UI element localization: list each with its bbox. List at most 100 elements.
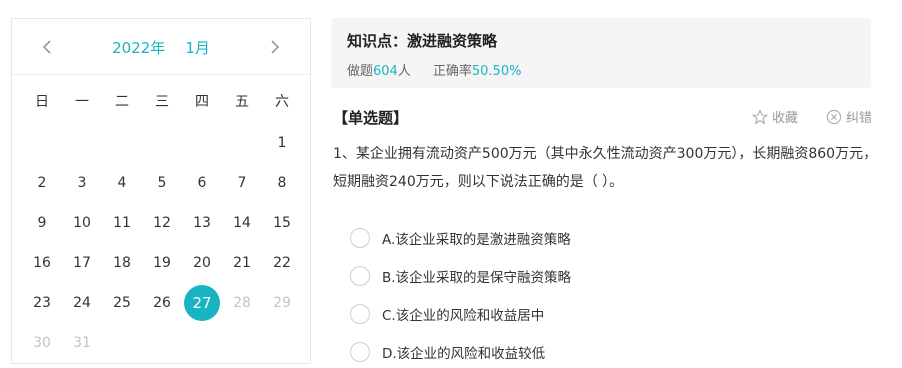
calendar-day[interactable]: 8 (262, 163, 302, 203)
calendar-day[interactable]: 1 (262, 123, 302, 163)
calendar-day[interactable]: 17 (62, 243, 102, 283)
calendar-day-number: 31 (73, 335, 91, 351)
radio-button[interactable] (350, 342, 370, 362)
answer-option[interactable]: C.该企业的风险和收益居中 (350, 295, 571, 333)
month-selector[interactable]: 1月 (185, 37, 210, 58)
calendar-day[interactable]: 10 (62, 203, 102, 243)
answer-option-label: C.该企业的风险和收益居中 (382, 308, 545, 324)
accuracy-label: 正确率 (432, 64, 472, 79)
prev-month-button[interactable] (37, 37, 57, 57)
calendar-day-number: 27 (184, 285, 220, 321)
next-month-button[interactable] (265, 37, 285, 57)
calendar-day-number: 16 (33, 255, 51, 271)
calendar-day-number: 9 (37, 215, 47, 231)
radio-button[interactable] (350, 266, 370, 286)
calendar-day-empty (222, 323, 262, 363)
radio-button[interactable] (350, 304, 370, 324)
calendar-day-empty (102, 323, 142, 363)
accuracy-stat: 正确率50.50% (433, 60, 522, 79)
weekday-row: 日一二三四五六 (12, 79, 310, 123)
calendar-day[interactable]: 23 (22, 283, 62, 323)
calendar-day[interactable]: 13 (182, 203, 222, 243)
calendar-day[interactable]: 31 (62, 323, 102, 363)
weekday-label: 一 (75, 94, 89, 110)
calendar-day[interactable]: 11 (102, 203, 142, 243)
calendar-day[interactable]: 25 (102, 283, 142, 323)
calendar-day-number: 14 (233, 215, 251, 231)
calendar-day[interactable]: 29 (262, 283, 302, 323)
calendar-day-number: 15 (273, 215, 291, 231)
favorite-button[interactable]: 收藏 (751, 107, 798, 126)
calendar-day[interactable]: 18 (102, 243, 142, 283)
answer-option[interactable]: D.该企业的风险和收益较低 (350, 333, 571, 368)
calendar-day[interactable]: 20 (182, 243, 222, 283)
calendar-day[interactable]: 26 (142, 283, 182, 323)
calendar-day-empty (142, 323, 182, 363)
calendar-day-number: 5 (157, 175, 167, 191)
calendar-day-empty (62, 123, 102, 163)
answer-options: A.该企业采取的是激进融资策略 B.该企业采取的是保守融资策略 C.该企业的风险和收… (350, 219, 571, 368)
report-error-button[interactable]: 纠错 (826, 107, 872, 126)
answer-option[interactable]: A.该企业采取的是激进融资策略 (350, 219, 571, 257)
report-label: 纠错 (845, 111, 872, 126)
calendar-day-number: 6 (197, 175, 207, 191)
calendar-day[interactable]: 28 (222, 283, 262, 323)
weekday-label: 四 (195, 94, 209, 110)
calendar-day-number: 30 (33, 335, 51, 351)
done-count-stat: 做题604人 (347, 60, 411, 79)
calendar-day-selected[interactable]: 27 (182, 283, 222, 323)
calendar-day-empty (22, 123, 62, 163)
weekday-label: 二 (115, 94, 129, 110)
calendar-day[interactable]: 3 (62, 163, 102, 203)
chevron-left-icon (42, 40, 51, 54)
year-selector[interactable]: 2022年 (112, 37, 165, 58)
weekday-label: 三 (155, 94, 169, 110)
calendar-day-number: 13 (193, 215, 211, 231)
calendar-day-empty (102, 123, 142, 163)
question-actions: 收藏 纠错 (751, 107, 872, 126)
calendar-day-number: 19 (153, 255, 171, 271)
calendar-day[interactable]: 12 (142, 203, 182, 243)
calendar-day[interactable]: 6 (182, 163, 222, 203)
calendar-title: 2022年 1月 (112, 37, 210, 58)
star-icon (751, 108, 768, 124)
answer-option-label: D.该企业的风险和收益较低 (382, 346, 546, 362)
answer-option-label: A.该企业采取的是激进融资策略 (382, 232, 571, 248)
calendar: 2022年 1月 日一二三四五六 1 2 3 4 5 6 7 8 9 10 11 12 13 14 15 16… (11, 18, 311, 364)
calendar-day[interactable]: 21 (222, 243, 262, 283)
calendar-day[interactable]: 15 (262, 203, 302, 243)
done-prefix: 做题 (347, 64, 374, 79)
calendar-day-number: 8 (277, 175, 287, 191)
knowledge-panel: 知识点：激进融资策略 做题604人 正确率50.50% (331, 18, 871, 88)
calendar-day-number: 29 (273, 295, 291, 311)
radio-button[interactable] (350, 228, 370, 248)
calendar-day-number: 2 (37, 175, 47, 191)
calendar-day[interactable]: 5 (142, 163, 182, 203)
accuracy-value: 50.50% (471, 64, 522, 79)
calendar-day-number: 7 (237, 175, 247, 191)
calendar-day[interactable]: 9 (22, 203, 62, 243)
calendar-day[interactable]: 2 (22, 163, 62, 203)
chevron-right-icon (271, 40, 280, 54)
answer-option-label: B.该企业采取的是保守融资策略 (382, 270, 572, 286)
calendar-day-empty (222, 123, 262, 163)
calendar-day-empty (142, 123, 182, 163)
calendar-day-empty (182, 123, 222, 163)
favorite-label: 收藏 (771, 111, 798, 126)
calendar-day-number: 1 (277, 135, 287, 151)
calendar-day-number: 11 (113, 215, 131, 231)
calendar-day[interactable]: 14 (222, 203, 262, 243)
question-text: 1、某企业拥有流动资产500万元（其中永久性流动资产300万元），长期融资860… (333, 146, 878, 190)
calendar-day[interactable]: 4 (102, 163, 142, 203)
calendar-day[interactable]: 19 (142, 243, 182, 283)
calendar-day[interactable]: 30 (22, 323, 62, 363)
calendar-day[interactable]: 22 (262, 243, 302, 283)
calendar-day[interactable]: 7 (222, 163, 262, 203)
calendar-day-number: 12 (153, 215, 171, 231)
calendar-day[interactable]: 24 (62, 283, 102, 323)
weekday-label: 六 (275, 94, 289, 110)
calendar-day[interactable]: 16 (22, 243, 62, 283)
day-grid: 1 2 3 4 5 6 7 8 9 10 11 12 13 14 15 16 17 18 19 20 21 22 23 24 2… (12, 123, 310, 363)
answer-option[interactable]: B.该企业采取的是保守融资策略 (350, 257, 571, 295)
close-circle-icon (826, 109, 842, 124)
